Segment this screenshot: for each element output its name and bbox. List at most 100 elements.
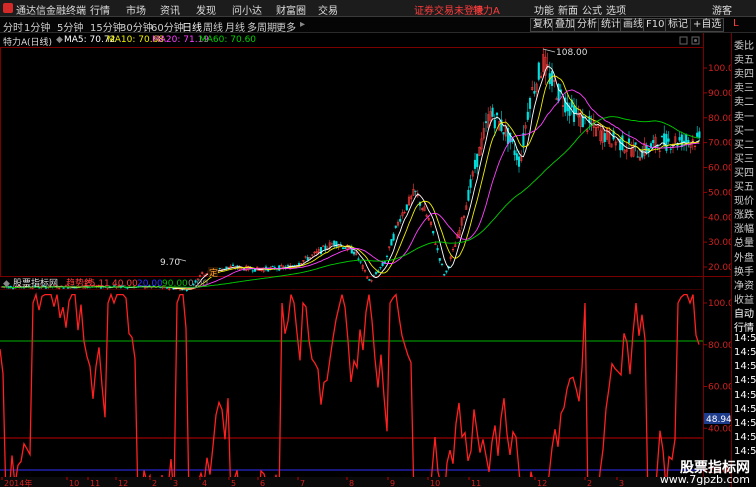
btn-zixuan[interactable]: +自选 xyxy=(690,18,725,32)
candle-body xyxy=(473,159,477,169)
candle-body xyxy=(432,230,435,234)
menu-xinmian[interactable]: 新面 xyxy=(558,2,578,17)
menu-faxian[interactable]: 发现 xyxy=(196,2,216,17)
peak-label: 108.00 xyxy=(556,48,588,58)
moving-average-lines xyxy=(1,65,700,290)
period-fenshi[interactable]: 分时 xyxy=(3,19,23,34)
side-label: 卖一 xyxy=(734,111,754,123)
period-60min[interactable]: 60分钟 xyxy=(151,19,184,34)
candle-body xyxy=(619,138,622,151)
candle-body xyxy=(550,70,554,86)
ma20-line xyxy=(1,89,700,289)
side-top-label: L xyxy=(733,18,739,29)
ding-label: 定 xyxy=(209,267,218,279)
date-tick-label: 2014年 xyxy=(4,478,32,487)
side-label: 14:5 xyxy=(734,333,756,345)
btn-biaoji[interactable]: 标记 xyxy=(665,18,691,32)
app-logo-icon xyxy=(3,3,13,13)
menu-wenxiaoda[interactable]: 问小达 xyxy=(232,2,262,17)
ding-marker[interactable]: 定 xyxy=(208,267,218,279)
chart-area[interactable]: 100.0 90.00 80.00 70.00 60.00 50.00 40.00 30.00… xyxy=(0,33,731,477)
chart-window-controls[interactable] xyxy=(679,36,700,45)
candle-body xyxy=(627,138,631,144)
candle-body xyxy=(278,265,281,271)
btn-f10[interactable]: F10 xyxy=(643,18,668,32)
period-weekly[interactable]: 周线 xyxy=(203,19,223,34)
period-more-arrow-icon[interactable]: ▸ xyxy=(300,19,305,30)
date-tick-label: 8 xyxy=(349,479,354,487)
period-30min[interactable]: 30分钟 xyxy=(120,19,153,34)
candle-body xyxy=(359,261,362,263)
candle-body xyxy=(687,140,690,143)
period-monthly[interactable]: 月线 xyxy=(225,19,245,34)
menu-gongshi[interactable]: 公式 xyxy=(582,2,602,17)
menu-shichang[interactable]: 市场 xyxy=(126,2,146,17)
candle-body xyxy=(636,156,639,158)
menu-jiaoyi[interactable]: 交易 xyxy=(318,2,338,17)
menu-gongneng[interactable]: 功能 xyxy=(534,2,554,17)
menu-hangqing[interactable]: 行情 xyxy=(90,2,110,17)
menu-caifuquan[interactable]: 财富圈 xyxy=(276,2,306,17)
candlestick-series xyxy=(0,47,701,292)
side-label: 卖三 xyxy=(734,83,754,95)
current-symbol: 特力A xyxy=(473,6,500,17)
date-tick-label: 10 xyxy=(430,479,440,487)
candle-body xyxy=(324,245,327,250)
period-5min[interactable]: 5分钟 xyxy=(57,19,83,34)
candle-body xyxy=(251,270,254,272)
indicator-line xyxy=(0,292,700,477)
candle-body xyxy=(394,225,397,228)
candle-body xyxy=(621,135,624,151)
ma10-line xyxy=(1,75,700,290)
date-tick-label: 11 xyxy=(90,479,100,487)
candle-body xyxy=(385,255,389,257)
candle-body xyxy=(467,189,470,201)
candle-body xyxy=(333,240,336,246)
candle-body xyxy=(405,204,408,211)
candle-body xyxy=(502,132,505,135)
candle-body xyxy=(476,153,479,168)
side-label: 买二 xyxy=(734,139,754,151)
menu-youke[interactable]: 游客 xyxy=(712,2,732,17)
side-label: 14:5 xyxy=(734,431,756,443)
side-label: 总量 xyxy=(734,238,754,250)
candle-body xyxy=(218,267,221,270)
candle-body xyxy=(528,97,532,109)
candle-body xyxy=(517,156,521,167)
price-tick-label: 20.00 xyxy=(708,263,731,273)
candle-body xyxy=(286,265,290,267)
title-menu-bar: 通达信金融终端 行情 市场 资讯 发现 问小达 财富圈 交易 证券交易未登录 特… xyxy=(0,0,756,17)
period-daily[interactable]: 日线 xyxy=(182,19,202,34)
side-label: 14:5 xyxy=(734,375,756,387)
side-label: 买三 xyxy=(734,153,754,165)
candle-body xyxy=(185,289,188,291)
menu-xuanxiang[interactable]: 选项 xyxy=(606,2,626,17)
candle-body xyxy=(414,190,417,192)
candle-body xyxy=(399,218,402,222)
date-tick-label: 3 xyxy=(173,479,178,487)
menu-zixun[interactable]: 资讯 xyxy=(160,2,180,17)
candle-body xyxy=(231,264,235,267)
candle-body xyxy=(533,91,536,94)
period-1min[interactable]: 1分钟 xyxy=(24,19,50,34)
price-tick-label: 50.00 xyxy=(708,188,731,198)
period-multi[interactable]: 多周期 xyxy=(247,19,277,34)
candle-body xyxy=(271,265,274,268)
period-more[interactable]: 更多 xyxy=(276,19,296,34)
candle-body xyxy=(678,137,681,141)
candle-body xyxy=(698,131,701,138)
indicator-tick-label: 60.00 xyxy=(708,383,731,393)
indicator-tick-label: 100.0 xyxy=(708,299,731,309)
candle-body xyxy=(352,251,356,255)
candle-body xyxy=(491,107,494,117)
price-tick-label: 80.00 xyxy=(708,114,731,124)
side-label: 14:5 xyxy=(734,361,756,373)
indicator-level4: 0.00 xyxy=(188,279,208,289)
candle-body xyxy=(357,258,360,260)
candle-body xyxy=(680,134,683,147)
candle-body xyxy=(341,247,345,250)
period-15min[interactable]: 15分钟 xyxy=(90,19,123,34)
btn-fenxi[interactable]: 分析 xyxy=(574,18,600,32)
side-label: 买五 xyxy=(734,182,754,193)
date-axis-bar: 2014年 10 11 12 2 3 4 5 6 7 8 9 10 11 12 2 3 xyxy=(0,477,730,487)
